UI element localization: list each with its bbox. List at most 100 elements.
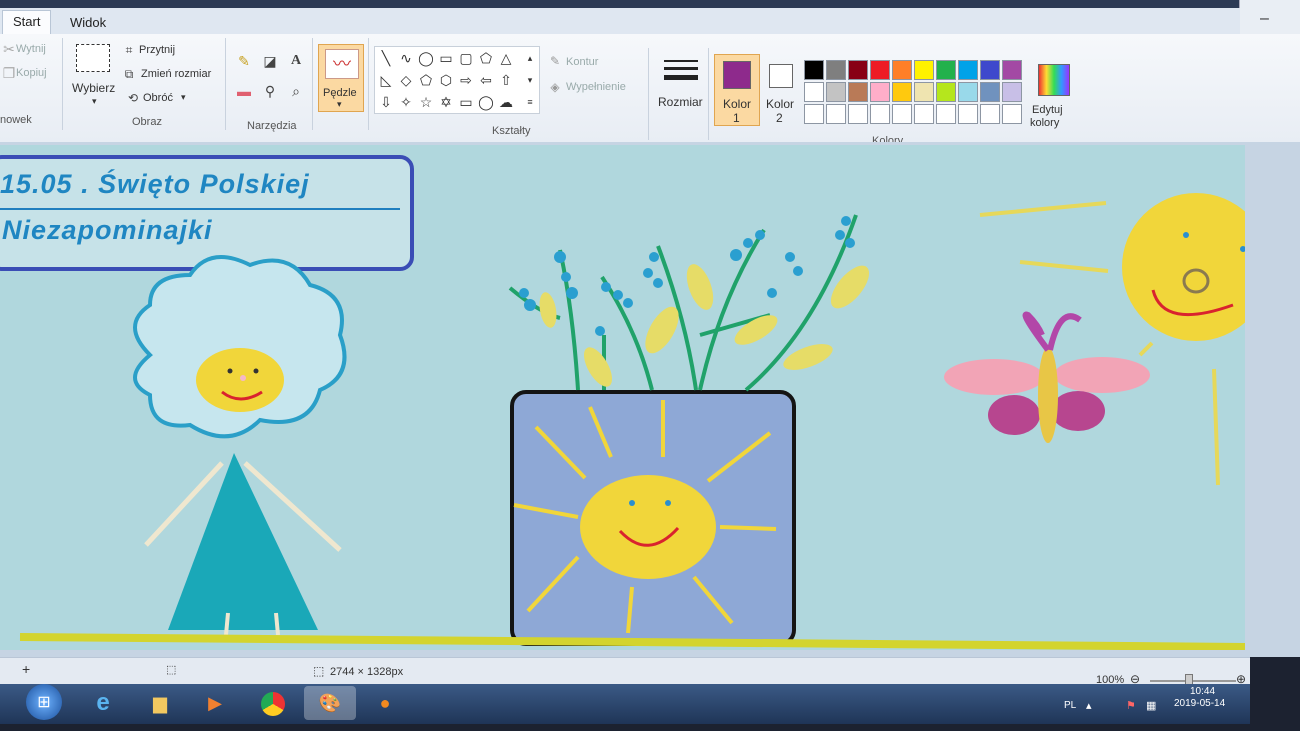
rotate-dropdown-icon[interactable]: ▾ xyxy=(181,92,186,103)
magnifier-icon[interactable]: ⌕ xyxy=(284,80,308,102)
palette-swatch[interactable] xyxy=(848,60,868,80)
palette-swatch[interactable] xyxy=(958,104,978,124)
rectangle-shape-icon[interactable]: ▭ xyxy=(437,49,455,67)
internet-explorer-icon[interactable]: e xyxy=(80,686,126,720)
zoom-slider[interactable] xyxy=(1150,680,1236,682)
firefox-icon[interactable]: ● xyxy=(362,686,408,720)
tab-view[interactable]: Widok xyxy=(60,12,116,33)
callout-cloud-shape-icon[interactable]: ☁ xyxy=(497,93,515,111)
palette-swatch[interactable] xyxy=(936,104,956,124)
arrow-right-shape-icon[interactable]: ⇨ xyxy=(457,71,475,89)
select-dropdown-icon[interactable]: ▾ xyxy=(92,96,97,107)
select-button[interactable]: Wybierz xyxy=(72,81,115,95)
size-button[interactable]: Rozmiar xyxy=(658,95,703,109)
palette-swatch[interactable] xyxy=(870,60,890,80)
palette-swatch[interactable] xyxy=(826,104,846,124)
media-player-icon[interactable]: ▶ xyxy=(192,686,238,720)
language-indicator[interactable]: PL xyxy=(1064,700,1076,711)
palette-swatch[interactable] xyxy=(958,60,978,80)
size-icon[interactable] xyxy=(664,58,698,86)
clock-time[interactable]: 10:44 xyxy=(1190,686,1215,697)
curve-shape-icon[interactable]: ∿ xyxy=(397,49,415,67)
edit-colors-icon[interactable] xyxy=(1038,64,1070,96)
fill-icon[interactable]: ◪ xyxy=(258,50,282,72)
fill-button[interactable]: Wypełnienie xyxy=(566,81,626,93)
text-tool-icon[interactable]: A xyxy=(284,50,308,72)
file-explorer-icon[interactable]: ▆ xyxy=(137,686,183,720)
brushes-button[interactable]: 〰 Pędzle ▾ xyxy=(318,44,364,112)
oval-shape-icon[interactable]: ◯ xyxy=(417,49,435,67)
palette-swatch[interactable] xyxy=(804,104,824,124)
outline-icon: ✎ xyxy=(549,54,561,68)
shapes-scroll-down-icon[interactable]: ▾ xyxy=(521,71,539,89)
pencil-icon[interactable]: ✎ xyxy=(232,50,256,72)
palette-swatch[interactable] xyxy=(870,104,890,124)
callout-oval-shape-icon[interactable]: ◯ xyxy=(477,93,495,111)
cut-button[interactable]: Wytnij xyxy=(16,43,46,55)
arrow-left-shape-icon[interactable]: ⇦ xyxy=(477,71,495,89)
star5-shape-icon[interactable]: ☆ xyxy=(417,93,435,111)
color1-button[interactable]: Kolor 1 xyxy=(714,54,760,126)
select-icon[interactable] xyxy=(76,44,110,72)
right-triangle-shape-icon[interactable]: ◺ xyxy=(377,71,395,89)
crop-button[interactable]: Przytnij xyxy=(139,44,175,56)
clock-date[interactable]: 2019-05-14 xyxy=(1174,698,1225,709)
shapes-scroll-up-icon[interactable]: ▴ xyxy=(521,49,539,67)
color-picker-icon[interactable]: ⚲ xyxy=(258,80,282,102)
palette-swatch[interactable] xyxy=(980,82,1000,102)
callout-rect-shape-icon[interactable]: ▭ xyxy=(457,93,475,111)
diamond-shape-icon[interactable]: ◇ xyxy=(397,71,415,89)
drawing-canvas[interactable]: 15.05 . Święto Polskiej Niezapominajki xyxy=(0,145,1245,650)
palette-swatch[interactable] xyxy=(914,60,934,80)
pentagon-shape-icon[interactable]: ⬠ xyxy=(417,71,435,89)
palette-swatch[interactable] xyxy=(980,60,1000,80)
star4-shape-icon[interactable]: ✧ xyxy=(397,93,415,111)
palette-swatch[interactable] xyxy=(914,82,934,102)
palette-swatch[interactable] xyxy=(826,82,846,102)
arrow-down-shape-icon[interactable]: ⇩ xyxy=(377,93,395,111)
palette-swatch[interactable] xyxy=(804,60,824,80)
palette-swatch[interactable] xyxy=(914,104,934,124)
drawing-title-line2: Niezapominajki xyxy=(2,215,213,245)
palette-swatch[interactable] xyxy=(804,82,824,102)
polygon-shape-icon[interactable]: ⬠ xyxy=(477,49,495,67)
network-icon[interactable]: ▦ xyxy=(1146,699,1156,712)
palette-swatch[interactable] xyxy=(826,60,846,80)
palette-swatch[interactable] xyxy=(1002,104,1022,124)
line-shape-icon[interactable]: ╲ xyxy=(377,49,395,67)
copy-button[interactable]: Kopiuj xyxy=(16,67,47,79)
palette-swatch[interactable] xyxy=(870,82,890,102)
palette-swatch[interactable] xyxy=(980,104,1000,124)
palette-swatch[interactable] xyxy=(892,82,912,102)
palette-swatch[interactable] xyxy=(1002,82,1022,102)
palette-swatch[interactable] xyxy=(1002,60,1022,80)
rotate-button[interactable]: Obróć xyxy=(143,92,173,104)
palette-swatch[interactable] xyxy=(936,60,956,80)
shapes-more-icon[interactable]: ≡ xyxy=(521,93,539,111)
hexagon-shape-icon[interactable]: ⬡ xyxy=(437,71,455,89)
edit-colors-label-1[interactable]: Edytuj xyxy=(1032,104,1063,116)
tray-expand-icon[interactable]: ▴ xyxy=(1086,699,1092,712)
palette-swatch[interactable] xyxy=(892,104,912,124)
minimize-button[interactable]: – xyxy=(1260,10,1269,28)
start-button[interactable]: ⊞ xyxy=(26,684,62,720)
rounded-rectangle-shape-icon[interactable]: ▢ xyxy=(457,49,475,67)
palette-swatch[interactable] xyxy=(936,82,956,102)
palette-swatch[interactable] xyxy=(848,104,868,124)
palette-swatch[interactable] xyxy=(848,82,868,102)
resize-button[interactable]: Zmień rozmiar xyxy=(141,68,211,80)
color2-button[interactable]: Kolor 2 xyxy=(760,54,804,125)
chrome-icon[interactable] xyxy=(250,686,296,720)
star6-shape-icon[interactable]: ✡ xyxy=(437,93,455,111)
tab-start[interactable]: Start xyxy=(2,10,52,37)
arrow-up-shape-icon[interactable]: ⇧ xyxy=(497,71,515,89)
outline-button[interactable]: Kontur xyxy=(566,56,598,68)
triangle-shape-icon[interactable]: △ xyxy=(497,49,515,67)
brushes-dropdown-icon: ▾ xyxy=(337,99,342,109)
paint-taskbar-icon[interactable]: 🎨 xyxy=(304,686,356,720)
flag-icon[interactable]: ⚑ xyxy=(1126,699,1136,712)
palette-swatch[interactable] xyxy=(892,60,912,80)
edit-colors-label-2[interactable]: kolory xyxy=(1030,117,1059,129)
eraser-icon[interactable]: ▬ xyxy=(232,80,256,102)
palette-swatch[interactable] xyxy=(958,82,978,102)
